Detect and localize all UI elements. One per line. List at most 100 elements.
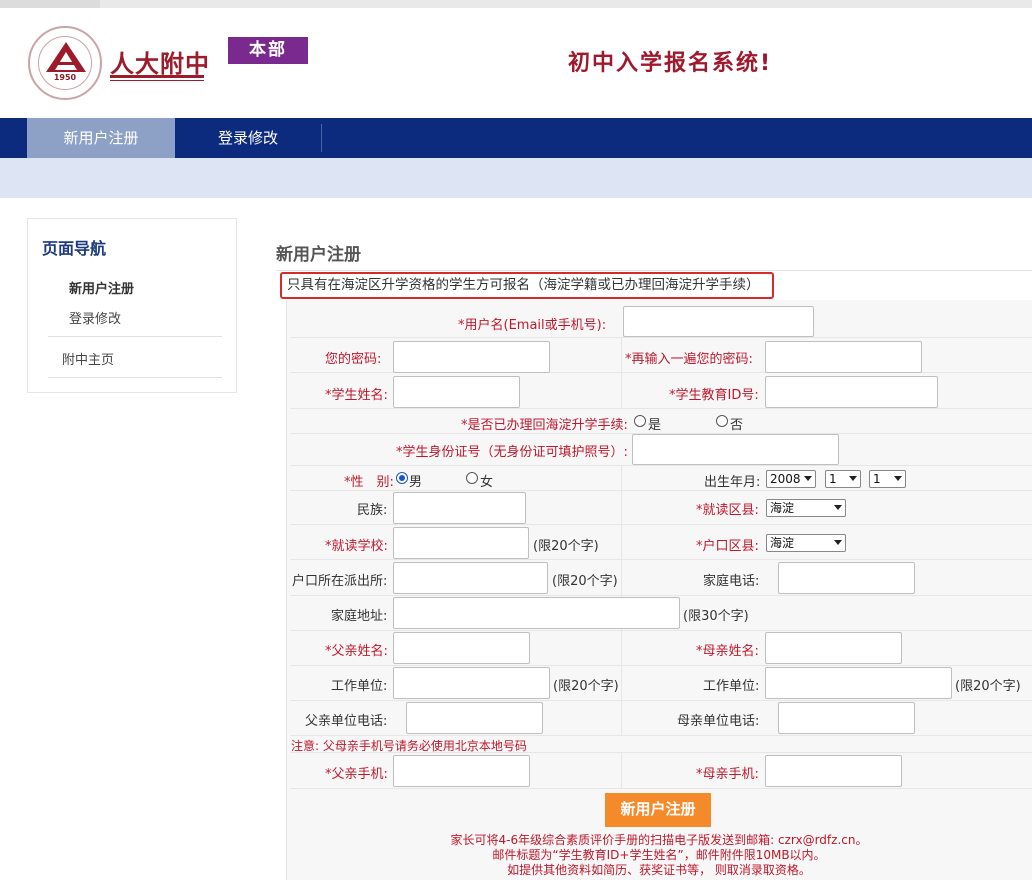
chevron-down-icon	[834, 505, 842, 510]
seal-year: 1950	[53, 73, 77, 82]
hukou-value: 海淀	[770, 536, 795, 550]
idcard-label: *学生身份证号（无身份证可填护照号）:	[396, 445, 628, 460]
hukou-label: *户口区县:	[696, 539, 759, 554]
ethnicity-label: 民族:	[357, 503, 388, 518]
password-input[interactable]	[393, 341, 550, 373]
site-title: 初中入学报名系统!	[568, 51, 773, 76]
transfer-yes-radio[interactable]	[634, 415, 646, 427]
row-divider	[290, 788, 1032, 789]
idcard-input[interactable]	[632, 434, 839, 465]
gender-label: *性 别:	[344, 475, 394, 490]
student-id-label: *学生教育ID号:	[669, 388, 759, 403]
student-name-input[interactable]	[393, 376, 520, 408]
father-work-phone-label: 父亲单位电话:	[305, 714, 388, 729]
transfer-no-radio[interactable]	[716, 415, 728, 427]
sub-bar	[0, 158, 1032, 198]
row-divider	[290, 465, 1032, 466]
row-divider	[290, 700, 1032, 701]
father-work-limit-hint: (限20个字)	[553, 679, 619, 694]
nav-divider	[321, 124, 322, 152]
mother-name-label: *母亲姓名:	[696, 644, 759, 659]
footer-note-warning: 如提供其他资料如简历、获奖证书等， 则取消录取资格。	[507, 863, 811, 877]
transfer-label: *是否已办理回海淀升学手续:	[461, 418, 628, 433]
school-name-underline	[110, 75, 204, 78]
chevron-down-icon	[804, 476, 812, 481]
row-divider	[290, 630, 1032, 631]
gender-female-radio[interactable]	[466, 472, 478, 484]
register-submit-button[interactable]: 新用户注册	[605, 793, 711, 827]
ethnicity-input[interactable]	[393, 492, 526, 524]
row-divider	[290, 735, 1032, 736]
chevron-down-icon	[849, 476, 857, 481]
row-divider	[290, 595, 1032, 596]
password-confirm-input[interactable]	[765, 341, 922, 373]
address-label: 家庭地址:	[331, 609, 388, 624]
password-label: 您的密码:	[325, 352, 382, 367]
mother-work-label: 工作单位:	[703, 679, 760, 694]
mother-work-limit-hint: (限20个字)	[955, 679, 1021, 694]
district-select[interactable]: 海淀	[766, 499, 846, 517]
sidebar-divider	[48, 377, 222, 378]
address-limit-hint: (限30个字)	[683, 609, 749, 624]
birth-day-select[interactable]: 1	[869, 470, 906, 488]
row-divider	[290, 524, 1032, 525]
transfer-no-label: 否	[730, 418, 744, 433]
birth-year-select[interactable]: 2008	[766, 470, 816, 488]
father-name-input[interactable]	[393, 632, 530, 664]
birth-label: 出生年月:	[704, 475, 761, 490]
page-nav-sidebar: 页面导航 新用户注册 登录修改 附中主页	[27, 218, 237, 393]
birth-month-select[interactable]: 1	[825, 470, 861, 488]
transfer-yes-label: 是	[648, 418, 662, 433]
police-limit-hint: (限20个字)	[552, 574, 618, 589]
birth-year-value: 2008	[770, 472, 801, 486]
tab-login-modify[interactable]: 登录修改	[175, 118, 321, 158]
gender-female-label: 女	[480, 475, 494, 490]
school-seal-logo: 1950	[28, 26, 102, 100]
mother-work-phone-input[interactable]	[778, 702, 915, 734]
police-station-label: 户口所在派出所:	[292, 574, 388, 589]
sidebar-item-home[interactable]: 附中主页	[62, 349, 114, 368]
student-name-label: *学生姓名:	[325, 388, 388, 403]
sidebar-item-new-user-register[interactable]: 新用户注册	[69, 278, 134, 297]
address-input[interactable]	[393, 597, 680, 629]
username-input[interactable]	[623, 306, 814, 337]
tab-new-user-register[interactable]: 新用户注册	[27, 118, 175, 158]
mobile-notice: 注意: 父母亲手机号请务必使用北京本地号码	[291, 739, 527, 753]
gender-male-radio[interactable]	[396, 472, 408, 484]
mother-mobile-label: *母亲手机:	[696, 767, 759, 782]
row-divider	[290, 665, 1032, 666]
student-id-input[interactable]	[765, 376, 938, 408]
hukou-select[interactable]: 海淀	[766, 534, 846, 552]
chevron-down-icon	[834, 540, 842, 545]
school-limit-hint: (限20个字)	[533, 539, 599, 554]
column-divider	[621, 752, 622, 788]
birth-day-value: 1	[873, 472, 881, 486]
page-title: 新用户注册	[276, 245, 361, 265]
school-input[interactable]	[393, 527, 529, 559]
police-station-input[interactable]	[393, 562, 548, 594]
browser-top-strip	[0, 0, 1032, 8]
district-value: 海淀	[770, 501, 795, 515]
mother-mobile-input[interactable]	[765, 755, 902, 787]
father-work-input[interactable]	[393, 667, 550, 699]
father-name-label: *父亲姓名:	[325, 644, 388, 659]
sidebar-divider	[48, 336, 222, 337]
sidebar-item-login-modify[interactable]: 登录修改	[69, 308, 121, 327]
seal-emblem-icon	[46, 42, 86, 72]
father-work-phone-input[interactable]	[406, 702, 543, 734]
district-label: *就读区县:	[696, 503, 759, 518]
title-divider	[276, 270, 1032, 271]
row-divider	[290, 490, 1032, 491]
mother-work-phone-label: 母亲单位电话:	[677, 714, 760, 729]
mother-name-input[interactable]	[765, 632, 902, 664]
column-divider	[621, 337, 622, 408]
home-phone-input[interactable]	[778, 562, 915, 594]
mother-work-input[interactable]	[765, 667, 952, 699]
campus-badge: 本部	[228, 37, 308, 64]
username-label: *用户名(Email或手机号):	[458, 318, 607, 333]
father-mobile-input[interactable]	[393, 755, 530, 787]
school-name-underline-thin	[110, 80, 204, 81]
row-divider	[290, 337, 1032, 338]
school-label: *就读学校:	[325, 539, 388, 554]
birth-month-value: 1	[829, 472, 837, 486]
